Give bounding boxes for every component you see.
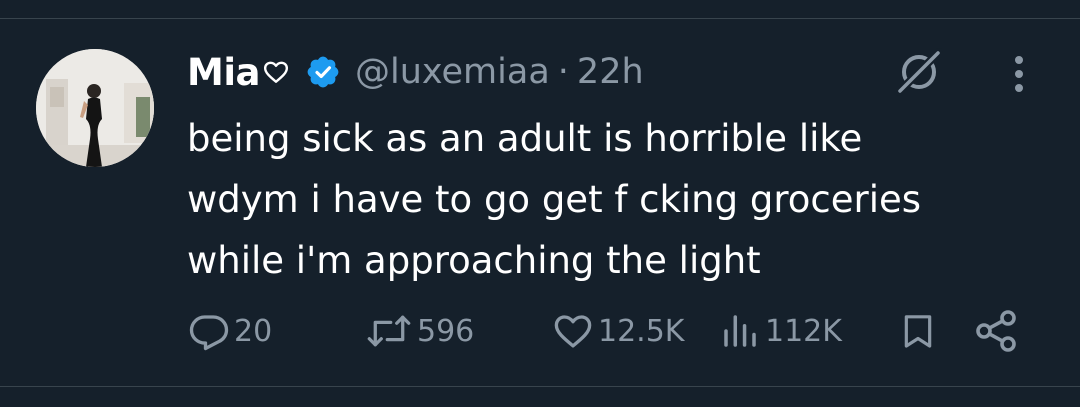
author-handle[interactable]: @luxemiaa: [355, 52, 550, 92]
grok-icon[interactable]: [893, 46, 945, 98]
verified-badge-icon[interactable]: [305, 54, 341, 90]
share-button[interactable]: [972, 305, 1020, 357]
reply-count: 20: [234, 313, 273, 349]
share-icon: [972, 307, 1020, 355]
top-divider: [0, 18, 1080, 19]
reply-icon: [188, 310, 230, 352]
avatar[interactable]: [36, 49, 154, 167]
separator-dot: ·: [557, 52, 569, 92]
tweet-text-line: while i'm approaching the light: [187, 239, 761, 282]
tweet-text-line: wdym i have to go get f cking groceries: [187, 178, 922, 221]
views-button[interactable]: 112K: [719, 305, 842, 357]
views-count: 112K: [765, 313, 842, 349]
reply-button[interactable]: 20: [188, 305, 272, 357]
tweet-text-line: being sick as an adult is horrible like: [187, 117, 863, 160]
tweet-actions: 20 596 12.5K 112K: [0, 305, 1080, 357]
tweet-timestamp[interactable]: 22h: [577, 52, 644, 92]
bookmark-button[interactable]: [898, 305, 938, 357]
repost-button[interactable]: 596: [365, 305, 474, 357]
tweet-text: being sick as an adult is horrible like …: [187, 108, 1047, 291]
repost-icon: [365, 310, 413, 352]
like-icon: [552, 310, 594, 352]
bottom-divider: [0, 386, 1080, 387]
tweet-header: Mia @luxemiaa · 22h: [187, 44, 644, 100]
more-vertical-icon[interactable]: [1004, 52, 1034, 96]
like-button[interactable]: 12.5K: [552, 305, 684, 357]
views-icon: [719, 310, 761, 352]
author-display-name[interactable]: Mia: [187, 51, 260, 94]
heart-outline-icon: [263, 59, 289, 85]
bookmark-icon: [898, 310, 938, 352]
like-count: 12.5K: [598, 313, 685, 349]
repost-count: 596: [417, 313, 475, 349]
